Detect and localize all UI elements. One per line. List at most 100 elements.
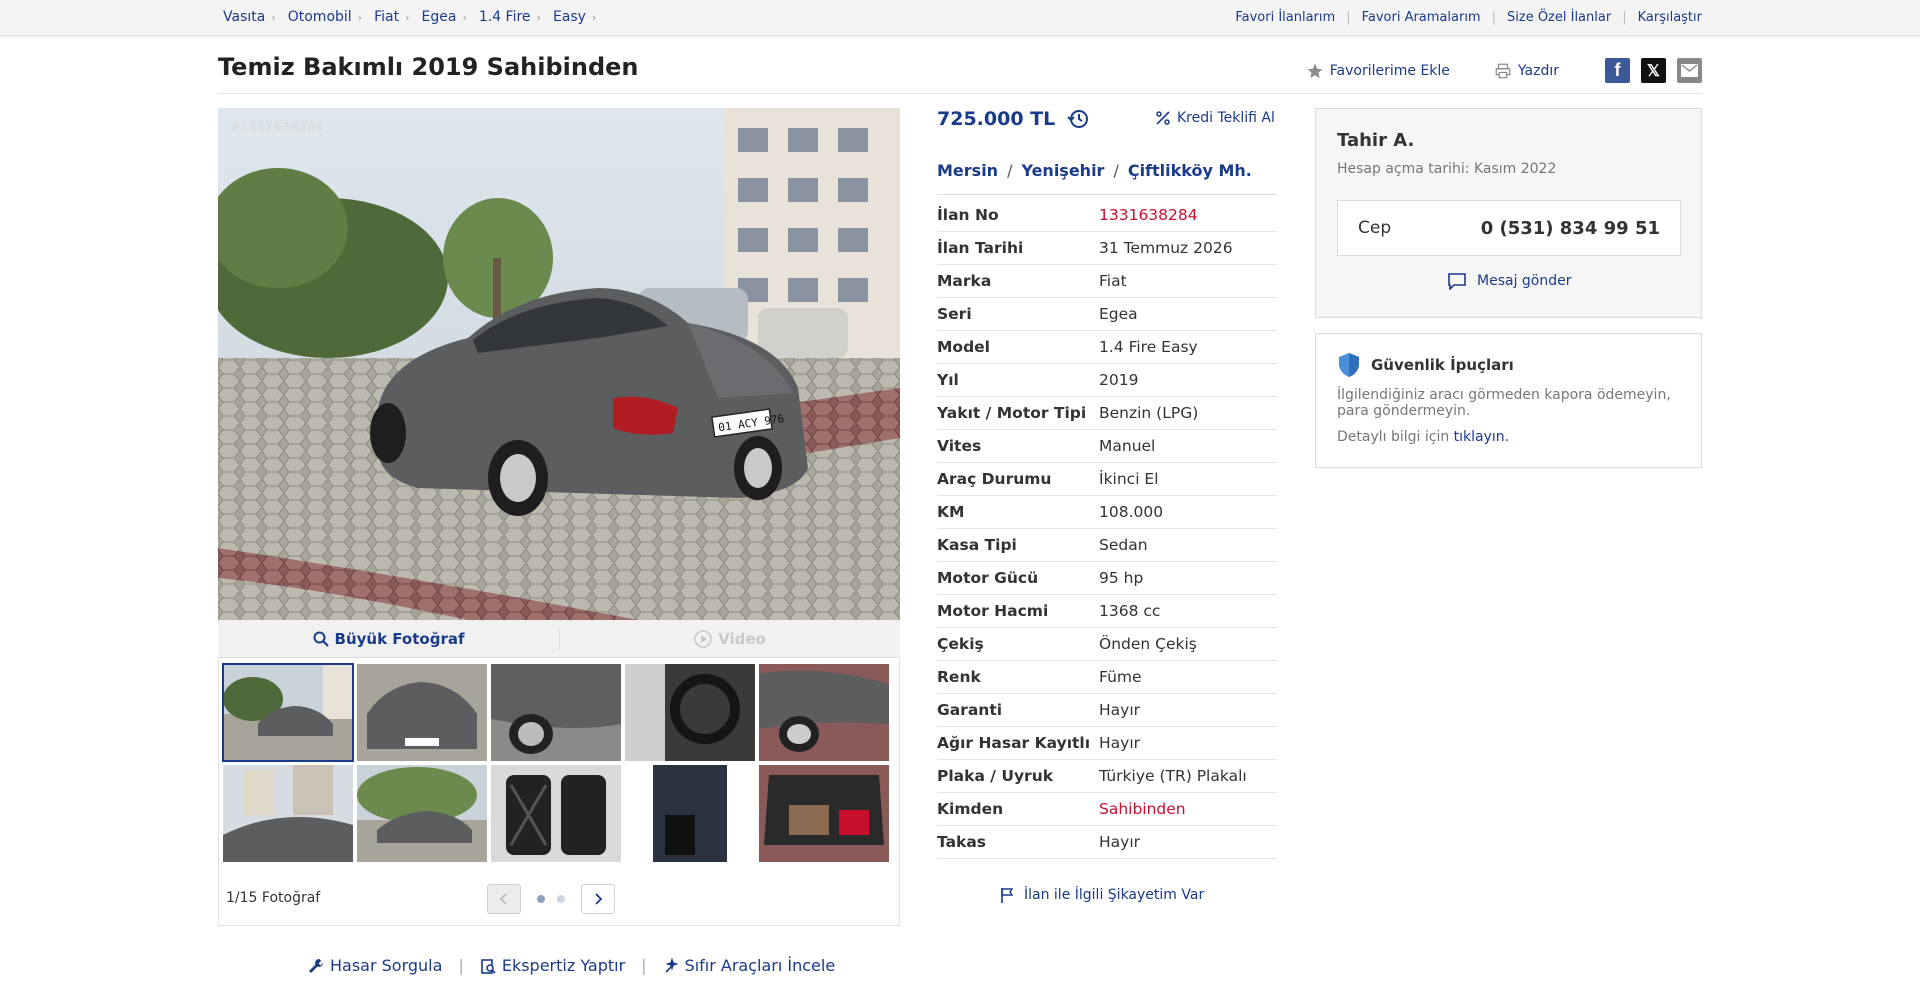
large-photo-tab[interactable]: Büyük Fotoğraf bbox=[218, 620, 559, 657]
detail-label: Yakıt / Motor Tipi bbox=[937, 404, 1087, 422]
safety-more-link[interactable]: tıklayın. bbox=[1454, 429, 1509, 445]
damage-query-link[interactable]: Hasar Sorgula bbox=[308, 956, 442, 975]
safety-more-info: Detaylı bilgi için tıklayın. bbox=[1337, 429, 1509, 445]
magnifier-icon bbox=[313, 631, 329, 647]
safety-tips-title: Güvenlik İpuçları bbox=[1337, 352, 1514, 378]
detail-row: Motor Hacmi 1368 cc bbox=[937, 595, 1277, 628]
email-share-button[interactable] bbox=[1677, 58, 1702, 83]
printer-icon bbox=[1495, 63, 1511, 78]
print-button[interactable]: Yazdır bbox=[1494, 62, 1559, 80]
new-cars-link[interactable]: Sıfır Araçları İncele bbox=[663, 956, 835, 975]
thumbnail-pager bbox=[487, 884, 615, 914]
detail-row: Plaka / Uyruk Türkiye (TR) Plakalı bbox=[937, 760, 1277, 793]
expertise-link[interactable]: Ekspertiz Yaptır bbox=[480, 956, 625, 975]
thumbnail[interactable] bbox=[223, 765, 353, 862]
detail-label: Yıl bbox=[937, 371, 959, 389]
previous-page-button[interactable] bbox=[487, 884, 521, 914]
page-dot[interactable] bbox=[557, 895, 565, 903]
top-links: Favori İlanlarım | Favori Aramalarım | S… bbox=[1235, 10, 1702, 25]
location-neighborhood[interactable]: Çiftlikköy Mh. bbox=[1128, 161, 1252, 180]
detail-row: Yıl 2019 bbox=[937, 364, 1277, 397]
breadcrumb-label: 1.4 Fire bbox=[478, 9, 531, 25]
thumbnail[interactable] bbox=[625, 765, 755, 862]
detail-value: 95 hp bbox=[1099, 569, 1144, 587]
detail-value: Füme bbox=[1099, 668, 1142, 686]
detail-label: Takas bbox=[937, 833, 987, 851]
detail-row: Kimden Sahibinden bbox=[937, 793, 1277, 826]
detail-label: Marka bbox=[937, 272, 992, 290]
thumbnail[interactable] bbox=[759, 765, 889, 862]
thumbnail[interactable] bbox=[222, 663, 354, 762]
x-share-button[interactable]: 𝕏 bbox=[1641, 58, 1666, 83]
thumbnail[interactable] bbox=[357, 664, 487, 761]
detail-value: Sahibinden bbox=[1099, 800, 1186, 818]
favorite-listings-link[interactable]: Favori İlanlarım bbox=[1235, 10, 1335, 25]
detail-row: Motor Gücü 95 hp bbox=[937, 562, 1277, 595]
video-label: Video bbox=[718, 630, 766, 648]
detail-value: Fiat bbox=[1099, 272, 1127, 290]
location-city[interactable]: Mersin bbox=[937, 161, 998, 180]
detail-label: Çekiş bbox=[937, 635, 984, 653]
detail-value: 1331638284 bbox=[1099, 206, 1198, 224]
personalized-listings-link[interactable]: Size Özel İlanlar bbox=[1507, 10, 1611, 25]
send-message-button[interactable]: Mesaj gönder bbox=[1447, 272, 1572, 290]
breadcrumb-item-vasita[interactable]: Vasıta › bbox=[223, 9, 276, 25]
detail-row: Model 1.4 Fire Easy bbox=[937, 331, 1277, 364]
slash-separator: / bbox=[1113, 161, 1119, 180]
safety-tips-title-label: Güvenlik İpuçları bbox=[1371, 356, 1514, 374]
seller-name: Tahir A. bbox=[1337, 130, 1415, 151]
location-district[interactable]: Yenişehir bbox=[1021, 161, 1104, 180]
facebook-share-button[interactable]: f bbox=[1605, 58, 1630, 83]
thumbnail[interactable] bbox=[625, 664, 755, 761]
bottom-links: Hasar Sorgula | Ekspertiz Yaptır | Sıfır… bbox=[308, 956, 835, 975]
detail-label: Kasa Tipi bbox=[937, 536, 1017, 554]
divider: | bbox=[641, 956, 647, 975]
share-buttons: f 𝕏 bbox=[1605, 58, 1702, 83]
next-page-button[interactable] bbox=[581, 884, 615, 914]
chevron-right-icon bbox=[595, 893, 603, 905]
detail-row: İlan Tarihi 31 Temmuz 2026 bbox=[937, 232, 1277, 265]
complaint-link[interactable]: İlan ile İlgili Şikayetim Var bbox=[1000, 887, 1204, 903]
chat-bubble-icon bbox=[1448, 273, 1466, 290]
detail-label: İlan Tarihi bbox=[937, 239, 1024, 257]
thumbnail[interactable] bbox=[759, 664, 889, 761]
detail-row: Yakıt / Motor Tipi Benzin (LPG) bbox=[937, 397, 1277, 430]
thumbnail[interactable] bbox=[491, 765, 621, 862]
breadcrumb-item-egea[interactable]: Egea › bbox=[422, 9, 467, 25]
breadcrumb-item-otomobil[interactable]: Otomobil › bbox=[288, 9, 362, 25]
breadcrumb-item-fiat[interactable]: Fiat › bbox=[374, 9, 409, 25]
compare-link[interactable]: Karşılaştır bbox=[1638, 10, 1702, 25]
favorite-searches-link[interactable]: Favori Aramalarım bbox=[1362, 10, 1481, 25]
divider: | bbox=[1491, 10, 1496, 25]
price-history-icon[interactable] bbox=[1067, 108, 1089, 130]
detail-row: Vites Manuel bbox=[937, 430, 1277, 463]
price-value: 725.000 TL bbox=[937, 108, 1056, 130]
page-dot-active[interactable] bbox=[537, 895, 545, 903]
car-photo-image: 01 ACY 976 bbox=[218, 108, 900, 620]
thumbnail[interactable] bbox=[491, 664, 621, 761]
detail-label: İlan No bbox=[937, 206, 999, 224]
expertise-label: Ekspertiz Yaptır bbox=[501, 956, 626, 975]
main-photo[interactable]: 01 ACY 976 #1331638284 bbox=[218, 108, 900, 620]
phone-number[interactable]: 0 (531) 834 99 51 bbox=[1481, 218, 1660, 239]
seller-box: Tahir A. Hesap açma tarihi: Kasım 2022 C… bbox=[1315, 108, 1702, 318]
top-bar: Vasıta › Otomobil › Fiat › Egea › 1.4 Fire › … bbox=[0, 0, 1920, 36]
detail-row: Marka Fiat bbox=[937, 265, 1277, 298]
thumbnail[interactable] bbox=[357, 765, 487, 862]
x-icon: 𝕏 bbox=[1647, 62, 1660, 80]
flag-icon bbox=[1001, 888, 1014, 903]
detail-label: Motor Gücü bbox=[937, 569, 1039, 587]
add-favorite-button[interactable]: Favorilerime Ekle bbox=[1306, 62, 1450, 80]
thumbnail-grid bbox=[222, 663, 889, 862]
credit-offer-link[interactable]: Kredi Teklifi Al bbox=[1155, 110, 1275, 126]
play-icon bbox=[694, 630, 712, 648]
breadcrumb-item-1-4-fire[interactable]: 1.4 Fire › bbox=[479, 9, 541, 25]
detail-row: Takas Hayır bbox=[937, 826, 1277, 859]
breadcrumb-label: Easy bbox=[552, 9, 586, 25]
detail-value: Benzin (LPG) bbox=[1099, 404, 1199, 422]
thumbnail-gallery: 1/15 Fotoğraf bbox=[218, 660, 900, 926]
location-divider bbox=[937, 194, 1277, 195]
detail-label: Vites bbox=[937, 437, 982, 455]
breadcrumb-item-easy[interactable]: Easy › bbox=[553, 9, 596, 25]
detail-value: Manuel bbox=[1099, 437, 1156, 455]
